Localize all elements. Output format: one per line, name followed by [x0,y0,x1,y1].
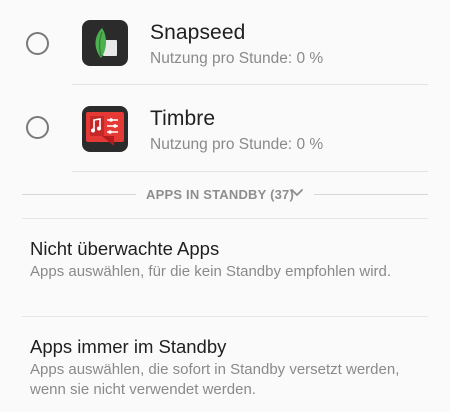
timbre-music-icon [82,106,128,152]
setting-unmonitored-apps[interactable]: Nicht überwachte Apps Apps auswählen, fü… [0,232,450,316]
divider [72,84,428,85]
divider [22,316,428,317]
divider [72,171,428,172]
app-usage: Nutzung pro Stunde: 0 % [150,50,324,67]
app-name: Snapseed [150,21,246,44]
setting-always-standby[interactable]: Apps immer im Standby Apps auswählen, di… [0,330,450,412]
section-divider-left [22,194,136,195]
section-divider-right [314,194,428,195]
app-usage: Nutzung pro Stunde: 0 % [150,136,324,153]
select-radio-snapseed[interactable] [26,32,49,55]
app-name: Timbre [150,107,216,130]
chevron-down-icon[interactable] [290,185,304,199]
select-radio-timbre[interactable] [26,116,49,139]
snapseed-leaf-icon [82,20,128,66]
divider [22,218,428,219]
section-title: APPS IN STANDBY (37) [146,187,294,202]
setting-title: Nicht überwachte Apps [30,238,220,259]
standby-section-header[interactable]: APPS IN STANDBY (37) [0,182,450,208]
setting-title: Apps immer im Standby [30,336,227,357]
setting-description: Apps auswählen, für die kein Standby emp… [30,263,392,280]
app-row-snapseed[interactable]: Snapseed Nutzung pro Stunde: 0 % [0,0,450,86]
app-row-timbre[interactable]: Timbre Nutzung pro Stunde: 0 % [0,86,450,172]
setting-description: Apps auswählen, die sofort in Standby ve… [30,361,400,398]
